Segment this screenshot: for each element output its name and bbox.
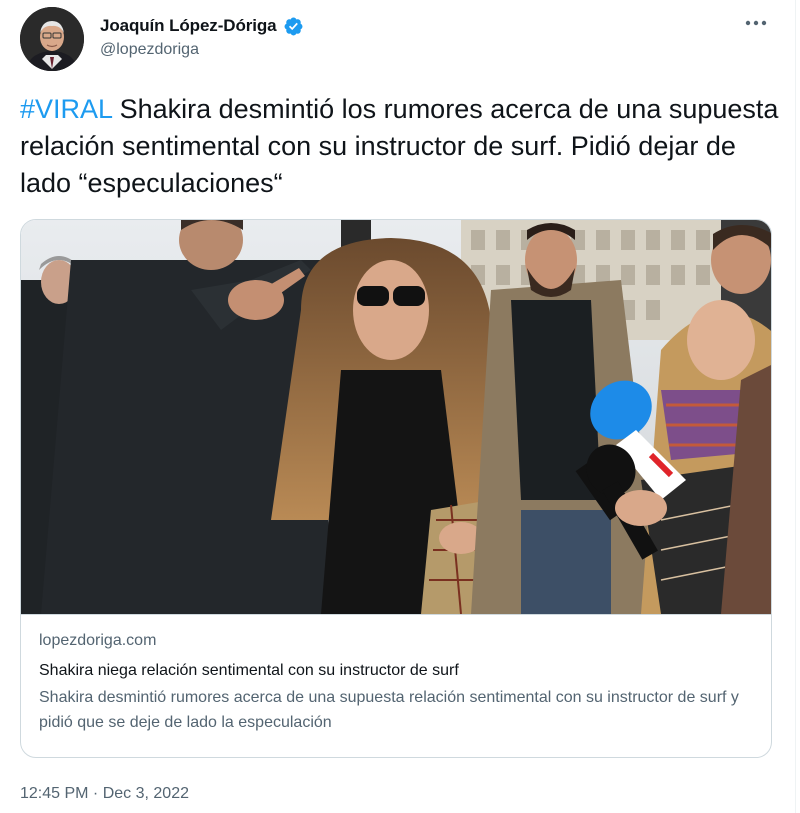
display-name[interactable]: Joaquín López-Dóriga [100, 16, 277, 36]
verified-badge-icon [284, 17, 302, 35]
card-body: lopezdoriga.com Shakira niega relación s… [21, 614, 771, 757]
link-card[interactable]: lopezdoriga.com Shakira niega relación s… [20, 219, 772, 758]
card-title: Shakira niega relación sentimental con s… [39, 662, 459, 679]
avatar[interactable] [20, 7, 84, 71]
display-name-row: Joaquín López-Dóriga [100, 14, 304, 38]
author-names: Joaquín López-Dóriga @lopezdoriga [100, 14, 304, 59]
handle[interactable]: @lopezdoriga [100, 41, 304, 59]
card-description: Shakira desmintió rumores acerca de una … [39, 689, 739, 731]
timestamp-link[interactable]: 12:45 PM · Dec 3, 2022 [20, 785, 189, 803]
divider [795, 0, 796, 813]
tweet: Joaquín López-Dóriga @lopezdoriga #VIRAL… [0, 0, 800, 813]
hashtag-link[interactable]: #VIRAL [20, 94, 112, 124]
card-image[interactable] [21, 220, 771, 614]
news-photo-icon [21, 220, 771, 614]
avatar-portrait-icon [20, 7, 84, 71]
card-domain: lopezdoriga.com [39, 632, 157, 649]
more-horizontal-icon[interactable] [742, 11, 770, 35]
tweet-text: #VIRAL Shakira desmintió los rumores ace… [20, 91, 780, 202]
tweet-body: Shakira desmintió los rumores acerca de … [20, 94, 779, 198]
tweet-header: Joaquín López-Dóriga @lopezdoriga [20, 7, 780, 73]
